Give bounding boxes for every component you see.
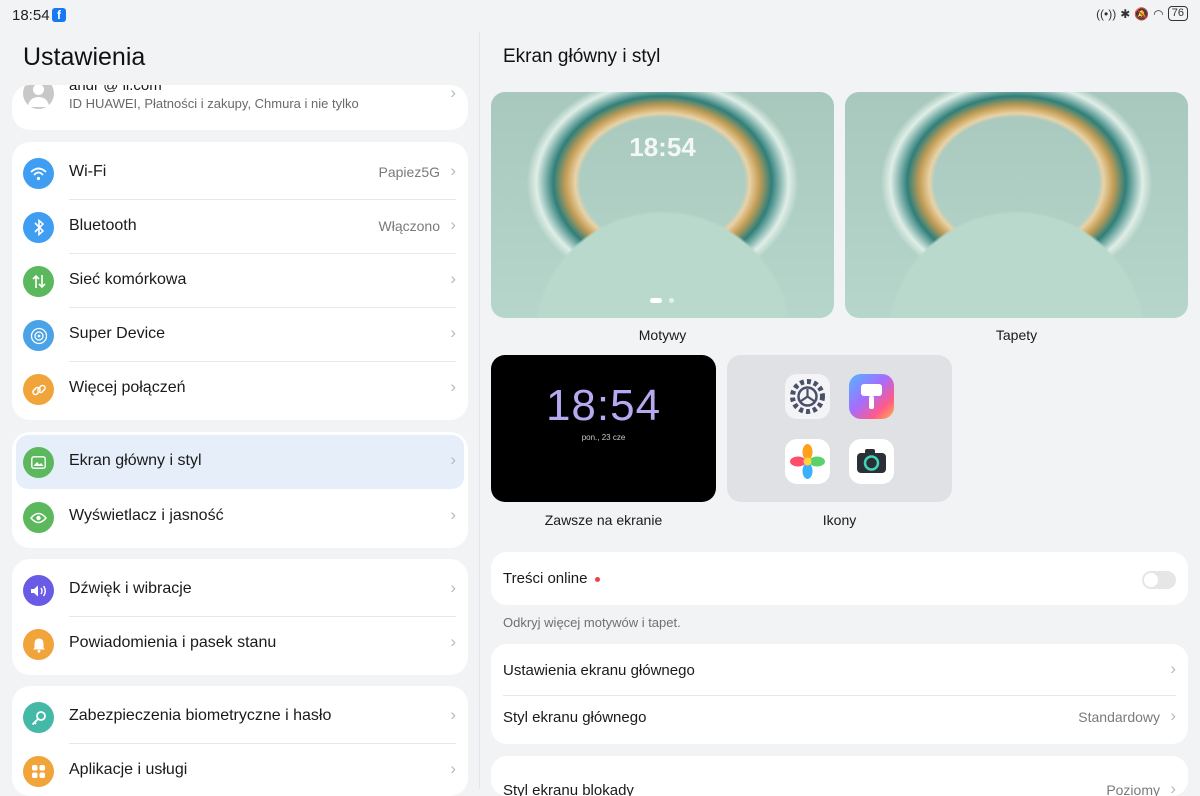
gallery-app-icon <box>785 439 830 484</box>
themes-thumbnail[interactable]: 18:54 <box>491 92 834 318</box>
chevron-right-icon: › <box>450 578 456 597</box>
status-icons: ((•)) ✱ 🔕 ◠ 76 <box>1096 6 1188 21</box>
chevron-right-icon: › <box>450 323 456 342</box>
chevron-right-icon: › <box>450 85 456 102</box>
bell-icon <box>23 629 54 660</box>
wifi-status-icon: ◠ <box>1153 6 1164 21</box>
eye-icon <box>23 502 54 533</box>
chevron-right-icon: › <box>450 450 456 469</box>
connections-card: Wi-Fi Papiez5G › Bluetooth Włączono › Si… <box>12 142 468 420</box>
online-content-row[interactable]: Treści online <box>491 554 1188 604</box>
new-badge-dot <box>595 576 601 582</box>
status-time: 18:54 <box>12 7 50 24</box>
icons-thumbnail[interactable] <box>727 355 952 502</box>
settings-item-display-brightness[interactable]: Wyświetlacz i jasność › <box>12 490 468 544</box>
chevron-right-icon: › <box>450 632 456 651</box>
image-icon <box>23 447 54 478</box>
lock-screen-style-row[interactable]: Styl ekranu blokady Poziomy › <box>491 766 1188 796</box>
page-indicator <box>669 298 674 303</box>
chevron-right-icon: › <box>450 215 456 234</box>
chevron-right-icon: › <box>1170 659 1176 678</box>
settings-item-mobile-network[interactable]: Sieć komórkowa › <box>12 254 468 308</box>
icons-label: Ikony <box>822 512 857 528</box>
chevron-right-icon: › <box>450 759 456 778</box>
chevron-right-icon: › <box>450 161 456 180</box>
nfc-icon: ((•)) <box>1096 6 1117 21</box>
lock-preview-time: 18:54 <box>629 132 696 162</box>
wifi-icon <box>23 158 54 189</box>
themes-app-icon <box>849 374 894 419</box>
settings-item-sound[interactable]: Dźwięk i wibracje › <box>12 563 468 617</box>
page-title: Ustawienia <box>23 43 146 71</box>
sound-card: Dźwięk i wibracje › Powiadomienia i pase… <box>12 559 468 675</box>
status-bar: 18:54 f ((•)) ✱ 🔕 ◠ 76 <box>0 0 1200 32</box>
facebook-notification-icon: f <box>52 8 66 22</box>
home-settings-card: Ustawienia ekranu głównego › Styl ekranu… <box>491 644 1188 744</box>
chevron-right-icon: › <box>450 377 456 396</box>
settings-item-notifications[interactable]: Powiadomienia i pasek stanu › <box>12 617 468 671</box>
page-indicator-active <box>650 298 662 303</box>
home-screen-style-row[interactable]: Styl ekranu głównego Standardowy › <box>491 693 1188 743</box>
super-device-icon <box>23 320 54 351</box>
bluetooth-icon <box>23 212 54 243</box>
display-card: Ekran główny i styl › Wyświetlacz i jasn… <box>12 432 468 548</box>
signal-icon <box>23 266 54 297</box>
settings-sidebar: Ustawienia andr @ il.com ID HUAWEI, Płat… <box>0 32 480 796</box>
chevron-right-icon: › <box>1170 779 1176 796</box>
aod-label: Zawsze na ekranie <box>544 512 663 528</box>
section-title: Ekran główny i styl <box>503 46 661 67</box>
online-content-label: Treści online <box>503 570 601 587</box>
chevron-right-icon: › <box>1170 706 1176 725</box>
settings-item-super-device[interactable]: Super Device › <box>12 308 468 362</box>
camera-app-icon <box>849 439 894 484</box>
wallpapers-label: Tapety <box>995 327 1038 343</box>
settings-item-home-screen-style[interactable]: Ekran główny i styl › <box>16 435 464 489</box>
themes-label: Motywy <box>638 327 687 343</box>
wallpapers-thumbnail[interactable] <box>845 92 1188 318</box>
aod-time: 18:54 <box>545 381 662 430</box>
home-screen-settings-row[interactable]: Ustawienia ekranu głównego › <box>491 646 1188 696</box>
settings-item-apps[interactable]: Aplikacje i usługi › <box>12 744 468 796</box>
settings-item-more-connections[interactable]: Więcej połączeń › <box>12 362 468 416</box>
battery-icon: 76 <box>1167 6 1188 21</box>
avatar <box>23 85 54 109</box>
lock-screen-card: Styl ekranu blokady Poziomy › <box>491 756 1188 796</box>
apps-icon <box>23 756 54 787</box>
bluetooth-status-icon: ✱ <box>1120 6 1131 21</box>
chevron-right-icon: › <box>450 269 456 288</box>
aod-date: pon., 23 cze <box>581 433 626 442</box>
settings-item-biometrics[interactable]: Zabezpieczenia biometryczne i hasło › <box>12 690 468 744</box>
settings-item-bluetooth[interactable]: Bluetooth Włączono › <box>12 200 468 254</box>
speaker-icon <box>23 575 54 606</box>
settings-app-icon <box>785 374 830 419</box>
online-content-card: Treści online <box>491 552 1188 605</box>
chevron-right-icon: › <box>450 505 456 524</box>
account-email: andr @ il.com <box>69 85 162 94</box>
panel-divider <box>479 32 480 789</box>
security-card: Zabezpieczenia biometryczne i hasło › Ap… <box>12 686 468 796</box>
account-card[interactable]: andr @ il.com ID HUAWEI, Płatności i zak… <box>12 85 468 130</box>
mute-icon: 🔕 <box>1134 6 1150 21</box>
link-icon <box>23 374 54 405</box>
online-content-hint: Odkryj więcej motywów i tapet. <box>503 615 681 630</box>
online-content-toggle[interactable] <box>1142 571 1176 589</box>
settings-item-wifi[interactable]: Wi-Fi Papiez5G › <box>12 146 468 200</box>
account-subtitle: ID HUAWEI, Płatności i zakupy, Chmura i … <box>69 96 359 111</box>
chevron-right-icon: › <box>450 705 456 724</box>
always-on-display-thumbnail[interactable]: 18:54 pon., 23 cze <box>491 355 716 502</box>
key-icon <box>23 702 54 733</box>
